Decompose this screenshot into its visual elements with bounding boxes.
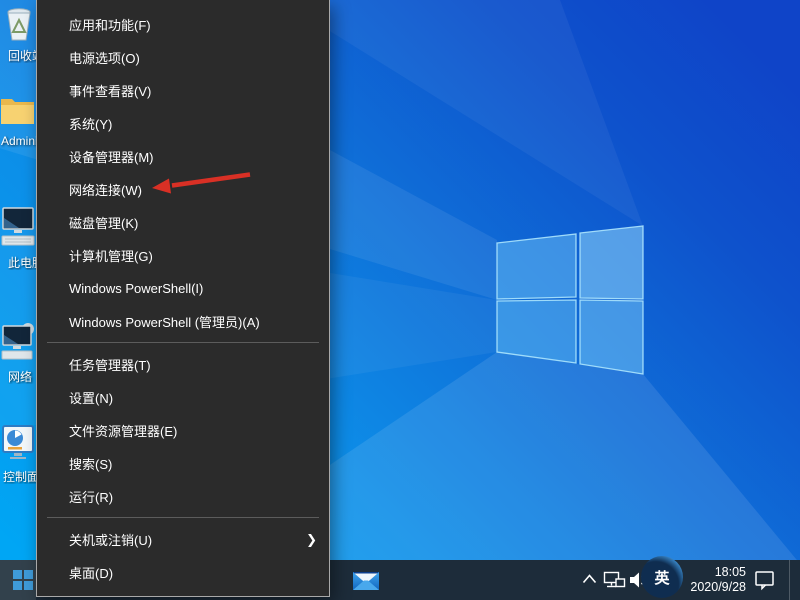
menu-item-computer-management[interactable]: 计算机管理(G) [37, 239, 329, 272]
menu-item-settings[interactable]: 设置(N) [37, 381, 329, 414]
show-desktop-button[interactable] [789, 560, 790, 600]
desktop-icon-network[interactable]: 网络 [0, 322, 36, 384]
desktop-icon-label: 回收站 [8, 49, 36, 63]
submenu-chevron-right-icon: ❯ [306, 531, 317, 547]
clock-date: 2020/9/28 [690, 580, 746, 594]
network-icon [1, 323, 34, 360]
action-center-icon[interactable] [753, 568, 777, 592]
desktop-icon-label: 网络 [8, 370, 33, 384]
menu-item-event-viewer[interactable]: 事件查看器(V) [37, 74, 329, 107]
menu-item-search[interactable]: 搜索(S) [37, 447, 329, 480]
start-button[interactable] [0, 560, 36, 600]
recycle-bin-icon [7, 8, 31, 41]
menu-item-apps-features[interactable]: 应用和功能(F) [37, 8, 329, 41]
control-panel-icon [2, 425, 34, 459]
menu-item-shutdown-signout[interactable]: 关机或注销(U) ❯ [37, 523, 329, 556]
folder-icon [1, 99, 34, 124]
winx-context-menu: 应用和功能(F) 电源选项(O) 事件查看器(V) 系统(Y) 设备管理器(M)… [36, 0, 330, 597]
desktop-icon-this-pc[interactable]: 此电脑 [0, 206, 36, 270]
clock-time: 18:05 [714, 565, 746, 579]
menu-item-power-options[interactable]: 电源选项(O) [37, 41, 329, 74]
tray-chevron-up-icon[interactable] [582, 574, 597, 584]
menu-item-system[interactable]: 系统(Y) [37, 107, 329, 140]
desktop-icon-label: 此电脑 [8, 256, 36, 270]
menu-item-run[interactable]: 运行(R) [37, 480, 329, 513]
desktop-icon-control-panel[interactable]: 控制面板 [0, 424, 36, 484]
menu-item-disk-management[interactable]: 磁盘管理(K) [37, 206, 329, 239]
menu-item-task-manager[interactable]: 任务管理器(T) [37, 348, 329, 381]
desktop-icon-administrator-folder[interactable]: Administrator [0, 94, 36, 148]
mail-taskbar-icon[interactable] [352, 566, 380, 594]
menu-item-desktop[interactable]: 桌面(D) [37, 556, 329, 589]
taskbar-clock[interactable]: 18:05 2020/9/28 [674, 565, 746, 595]
tray-network-icon[interactable] [603, 571, 626, 589]
menu-separator [47, 517, 319, 518]
menu-item-device-manager[interactable]: 设备管理器(M) [37, 140, 329, 173]
menu-item-powershell-admin[interactable]: Windows PowerShell (管理员)(A) [37, 305, 329, 338]
desktop-icon-recycle-bin[interactable]: 回收站 [0, 6, 36, 63]
menu-item-powershell[interactable]: Windows PowerShell(I) [37, 272, 329, 305]
desktop-icon-label: 控制面板 [3, 470, 36, 484]
menu-separator [47, 342, 319, 343]
windows-start-icon [13, 570, 33, 590]
menu-item-file-explorer[interactable]: 文件资源管理器(E) [37, 414, 329, 447]
this-pc-icon [1, 207, 35, 246]
ime-language-indicator[interactable]: 英 [654, 567, 669, 588]
winx-menu-list: 应用和功能(F) 电源选项(O) 事件查看器(V) 系统(Y) 设备管理器(M)… [37, 0, 329, 597]
desktop-screen: 回收站 Administrator 此电脑 网络 [0, 0, 800, 600]
menu-item-network-connections[interactable]: 网络连接(W) [37, 173, 329, 206]
desktop-icon-label: Administrator [1, 134, 36, 148]
